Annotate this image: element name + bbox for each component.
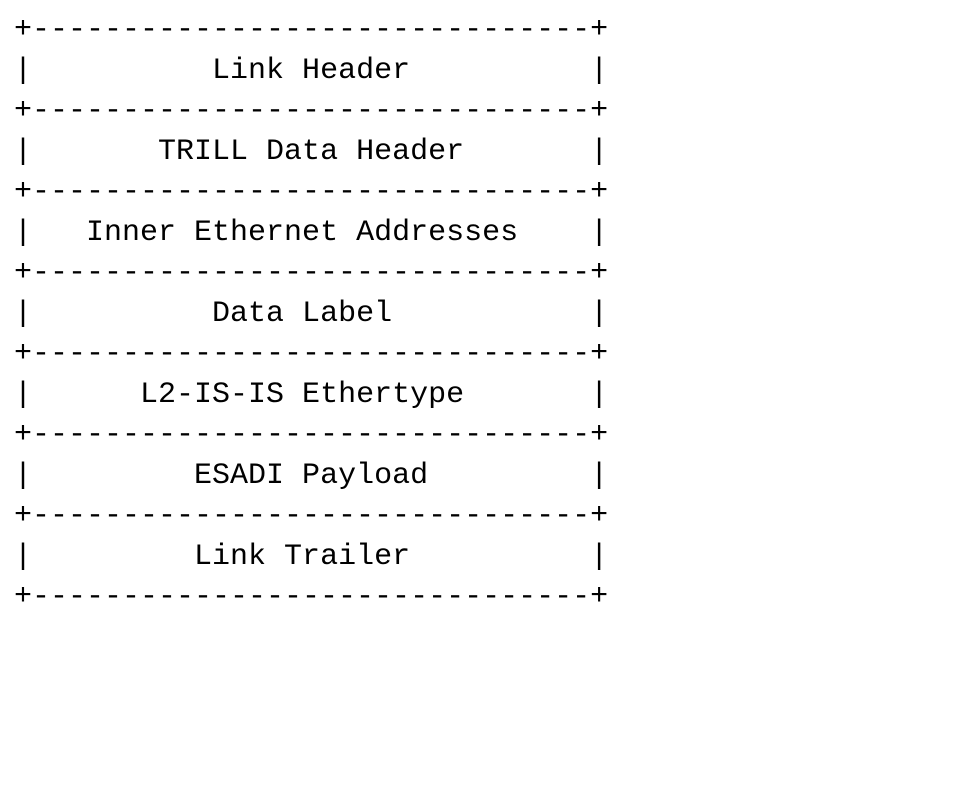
- row-label: Data Label: [32, 297, 590, 331]
- row-esadi-payload: | ESADI Payload |: [14, 459, 608, 493]
- border: +-------------------------------+: [14, 175, 608, 209]
- row-label: TRILL Data Header: [32, 135, 590, 169]
- border: +-------------------------------+: [14, 94, 608, 128]
- border: +-------------------------------+: [14, 256, 608, 290]
- row-label: Link Trailer: [32, 540, 590, 574]
- border-top: +-------------------------------+: [14, 13, 608, 47]
- row-data-label: | Data Label |: [14, 297, 608, 331]
- packet-layout-diagram: +-------------------------------+ | Link…: [0, 0, 954, 628]
- row-label: ESADI Payload: [32, 459, 590, 493]
- row-link-header: | Link Header |: [14, 54, 608, 88]
- row-trill-data-header: | TRILL Data Header |: [14, 135, 608, 169]
- row-label: L2-IS-IS Ethertype: [32, 378, 590, 412]
- row-link-trailer: | Link Trailer |: [14, 540, 608, 574]
- border: +-------------------------------+: [14, 337, 608, 371]
- row-label: Inner Ethernet Addresses: [32, 216, 590, 250]
- row-label: Link Header: [32, 54, 590, 88]
- border-bottom: +-------------------------------+: [14, 580, 608, 614]
- border: +-------------------------------+: [14, 499, 608, 533]
- row-inner-ethernet-addresses: | Inner Ethernet Addresses |: [14, 216, 608, 250]
- border: +-------------------------------+: [14, 418, 608, 452]
- row-l2-is-is-ethertype: | L2-IS-IS Ethertype |: [14, 378, 608, 412]
